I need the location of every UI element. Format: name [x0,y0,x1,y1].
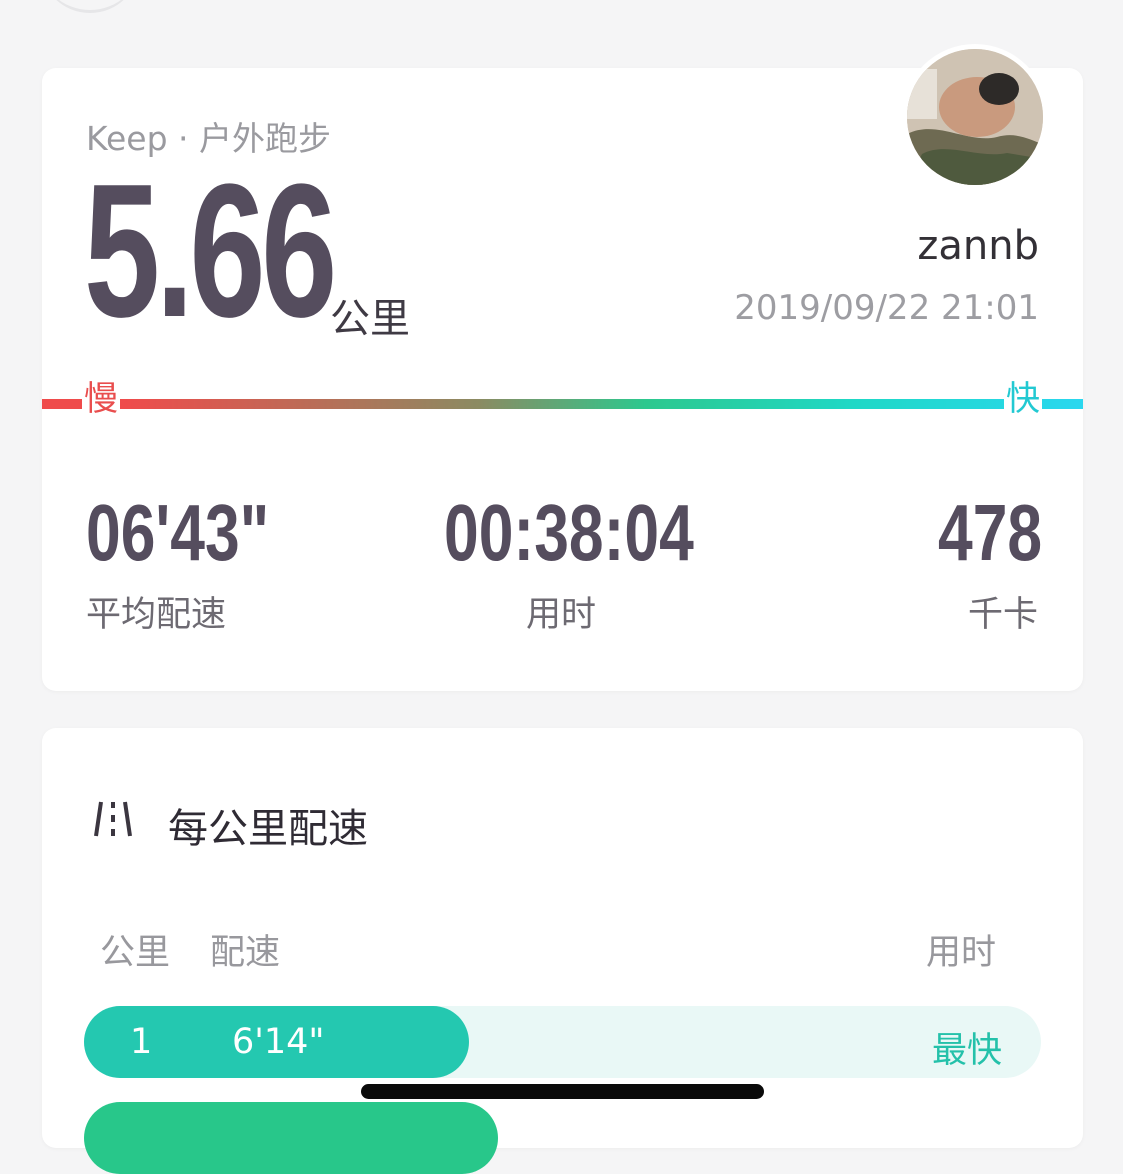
calories-value: 478 [938,488,1043,577]
avatar-photo [907,49,1043,185]
username: zannb [917,223,1039,269]
column-header-pace: 配速 [210,933,281,973]
run-datetime: 2019/09/22 21:01 [734,288,1039,328]
splits-title: 每公里配速 [168,806,368,852]
fastest-badge: 最快 [932,1031,1003,1071]
run-summary-card: Keep · 户外跑步 5.66 公里 zannb 2019/09/22 21:… [42,44,1083,691]
pace-scale-slow-label: 慢 [82,379,120,419]
distance-value: 5.66 [84,145,337,357]
pace-scale-fast-label: 快 [1004,379,1042,419]
column-header-km: 公里 [100,933,171,973]
pace-scale-bar [42,399,1083,409]
top-decoration [40,0,140,13]
split-km: 1 [130,1022,153,1062]
split-row-bar [84,1102,498,1174]
calories-label: 千卡 [968,595,1039,635]
split-pace: 6'14" [232,1022,325,1062]
distance-unit: 公里 [330,296,410,342]
home-indicator[interactable] [361,1084,764,1099]
avg-pace-label: 平均配速 [86,595,227,635]
duration-value: 00:38:04 [444,488,694,577]
avg-pace-value: 06'43" [86,488,270,577]
duration-label: 用时 [526,595,597,635]
column-header-time: 用时 [926,933,997,973]
user-avatar[interactable] [902,44,1048,190]
pace-splits-icon [94,801,132,837]
